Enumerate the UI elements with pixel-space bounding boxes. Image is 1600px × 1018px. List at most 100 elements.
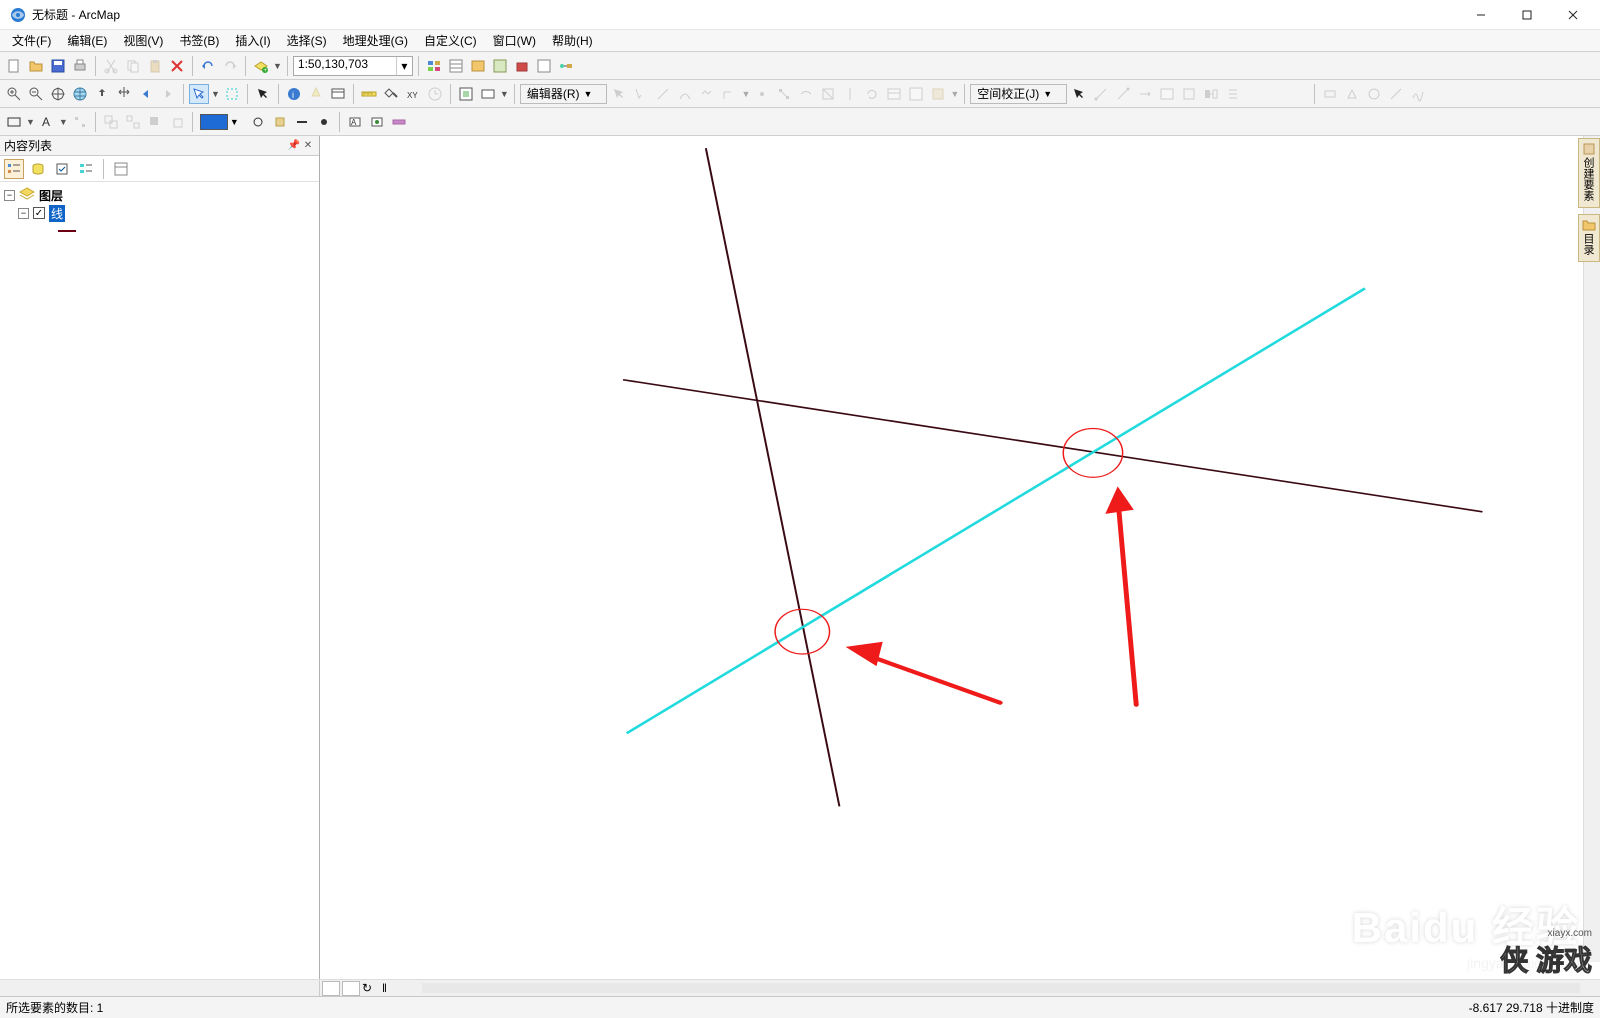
fixed-zoom-out-button[interactable] — [114, 84, 134, 104]
sa-identity-link-button[interactable] — [1113, 84, 1133, 104]
menu-bookmarks[interactable]: 书签(B) — [171, 30, 227, 51]
draw-freehand-button[interactable] — [1408, 84, 1428, 104]
send-back-button[interactable] — [167, 112, 187, 132]
symbol-selector-1[interactable] — [248, 112, 268, 132]
list-by-visibility-button[interactable] — [52, 159, 72, 179]
edit-tool-button[interactable] — [609, 84, 629, 104]
pin-icon[interactable]: 📌 — [287, 139, 301, 153]
menu-customize[interactable]: 自定义(C) — [416, 30, 485, 51]
list-by-drawing-order-button[interactable] — [4, 159, 24, 179]
reshape-button[interactable] — [796, 84, 816, 104]
table-of-contents-button[interactable] — [446, 56, 466, 76]
symbol-selector-4[interactable] — [314, 112, 334, 132]
cut-button[interactable] — [101, 56, 121, 76]
trace-button[interactable] — [697, 84, 717, 104]
menu-help[interactable]: 帮助(H) — [544, 30, 601, 51]
sa-arrows-button[interactable] — [1223, 84, 1243, 104]
tree-layer-row[interactable]: − ✓ 线 — [18, 204, 315, 222]
zoom-in-button[interactable] — [4, 84, 24, 104]
sa-tool-1[interactable] — [1245, 84, 1265, 104]
close-button[interactable] — [1550, 0, 1596, 30]
group-button[interactable] — [101, 112, 121, 132]
rotate-button[interactable] — [862, 84, 882, 104]
delete-button[interactable] — [167, 56, 187, 76]
scale-input[interactable]: 1:50,130,703 ▾ — [293, 56, 413, 76]
full-extent-button[interactable] — [70, 84, 90, 104]
hyperlink-button[interactable] — [306, 84, 326, 104]
select-elements-button[interactable] — [253, 84, 273, 104]
close-icon[interactable]: ✕ — [301, 139, 315, 153]
sa-tool-2[interactable] — [1267, 84, 1287, 104]
point-button[interactable] — [752, 84, 772, 104]
zoom-out-button[interactable] — [26, 84, 46, 104]
next-extent-button[interactable] — [158, 84, 178, 104]
redo-button[interactable] — [220, 56, 240, 76]
sa-attribute-transfer-button[interactable] — [1201, 84, 1221, 104]
sa-select-button[interactable] — [1069, 84, 1089, 104]
drawing-tool-menu-3[interactable] — [389, 112, 409, 132]
ungroup-button[interactable] — [123, 112, 143, 132]
right-angle-button[interactable] — [719, 84, 739, 104]
search-button[interactable] — [490, 56, 510, 76]
identify-button[interactable]: i — [284, 84, 304, 104]
scale-dropdown-icon[interactable]: ▾ — [396, 57, 412, 75]
straight-segment-button[interactable] — [653, 84, 673, 104]
undo-button[interactable] — [198, 56, 218, 76]
menu-windows[interactable]: 窗口(W) — [485, 30, 544, 51]
list-by-source-button[interactable] — [28, 159, 48, 179]
find-route-button[interactable]: XY — [403, 84, 423, 104]
cut-polygons-button[interactable] — [818, 84, 838, 104]
menu-file[interactable]: 文件(F) — [4, 30, 59, 51]
prev-extent-button[interactable] — [136, 84, 156, 104]
clear-selection-button[interactable] — [222, 84, 242, 104]
drawing-tool-menu-1[interactable]: A — [345, 112, 365, 132]
open-button[interactable] — [26, 56, 46, 76]
menu-geoprocessing[interactable]: 地理处理(G) — [335, 30, 416, 51]
refresh-button[interactable]: ↻ — [362, 981, 380, 996]
map-canvas[interactable] — [320, 136, 1600, 979]
print-button[interactable] — [70, 56, 90, 76]
draw-tool-1[interactable] — [1430, 84, 1450, 104]
data-view-tab[interactable] — [322, 981, 340, 996]
draw-line-button[interactable] — [1386, 84, 1406, 104]
create-features-tab[interactable]: 创建要素 — [1578, 138, 1600, 208]
create-features-button[interactable] — [928, 84, 948, 104]
edit-annotation-button[interactable] — [631, 84, 651, 104]
sketch-properties-button[interactable] — [906, 84, 926, 104]
find-button[interactable] — [381, 84, 401, 104]
edit-vertices-draw-button[interactable] — [70, 112, 90, 132]
symbol-selector-2[interactable] — [270, 112, 290, 132]
save-button[interactable] — [48, 56, 68, 76]
python-button[interactable] — [534, 56, 554, 76]
draw-tool-2[interactable] — [1452, 84, 1472, 104]
editor-dropdown[interactable]: 编辑器(R) ▼ — [520, 84, 608, 104]
tree-root-row[interactable]: − 图层 — [4, 186, 315, 204]
sa-displacement-button[interactable] — [1135, 84, 1155, 104]
catalog-tab[interactable]: 目录 — [1578, 214, 1600, 262]
options-button[interactable] — [111, 159, 131, 179]
draw-new-rectangle-button[interactable] — [4, 112, 24, 132]
new-button[interactable] — [4, 56, 24, 76]
pause-drawing-button[interactable]: ‖ — [382, 981, 400, 996]
bring-front-button[interactable] — [145, 112, 165, 132]
measure-button[interactable] — [359, 84, 379, 104]
sa-edge-match-button[interactable] — [1179, 84, 1199, 104]
draw-text-button[interactable]: A — [37, 112, 57, 132]
collapse-icon[interactable]: − — [18, 208, 29, 219]
list-by-selection-button[interactable] — [76, 159, 96, 179]
edit-vertices-button[interactable] — [774, 84, 794, 104]
draw-tool-4[interactable] — [1496, 84, 1516, 104]
spatial-adjustment-dropdown[interactable]: 空间校正(J) ▼ — [970, 84, 1067, 104]
pan-button[interactable] — [48, 84, 68, 104]
draw-rectangle-button[interactable] — [1320, 84, 1340, 104]
viewer-window-button[interactable] — [478, 84, 498, 104]
editor-toolbar-button[interactable] — [424, 56, 444, 76]
fill-color-swatch[interactable]: ▼ — [200, 114, 228, 130]
minimize-button[interactable] — [1458, 0, 1504, 30]
paste-button[interactable] — [145, 56, 165, 76]
horizontal-scrollbar[interactable] — [422, 983, 1580, 993]
draw-polygon-button[interactable] — [1342, 84, 1362, 104]
draw-circle-button[interactable] — [1364, 84, 1384, 104]
sa-view-links-button[interactable] — [1157, 84, 1177, 104]
fixed-zoom-in-button[interactable] — [92, 84, 112, 104]
